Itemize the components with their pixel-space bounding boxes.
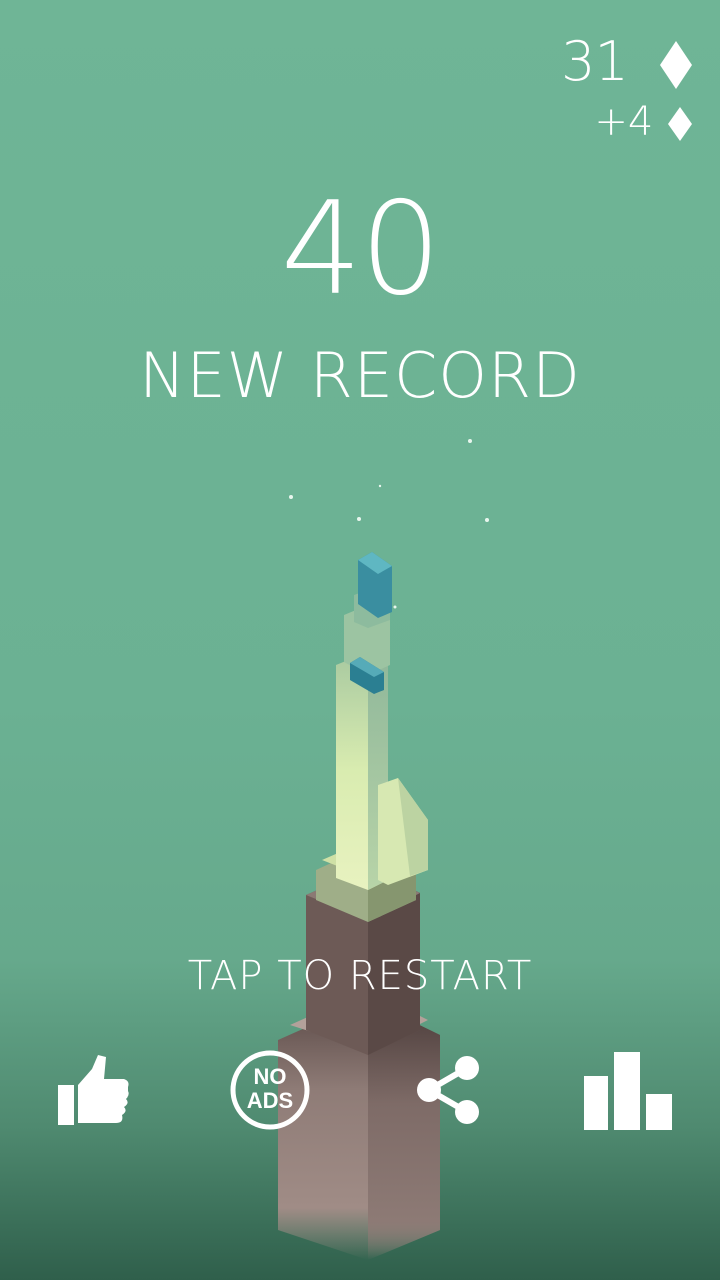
no-ads-line1: NO xyxy=(253,1064,287,1089)
score: 40 xyxy=(280,175,442,324)
diamond-icon xyxy=(660,41,692,90)
no-ads-line2: ADS xyxy=(246,1088,294,1113)
gem-gain: +4 xyxy=(561,98,692,146)
thumbs-up-icon xyxy=(58,1055,129,1125)
new-record-label: NEW RECORD xyxy=(139,339,581,412)
leaderboard-button[interactable] xyxy=(578,1040,678,1140)
diamond-icon xyxy=(668,107,692,141)
no-ads-button[interactable]: NO ADS xyxy=(220,1040,320,1140)
gem-gain-value: +4 xyxy=(594,99,654,145)
tap-to-restart[interactable]: TAP TO RESTART xyxy=(0,952,720,1000)
share-icon xyxy=(417,1056,479,1124)
gem-total: 31 xyxy=(561,30,692,94)
like-button[interactable] xyxy=(44,1040,144,1140)
leaderboard-icon xyxy=(584,1052,672,1130)
gem-total-value: 31 xyxy=(561,30,629,93)
gem-counter: 31 +4 xyxy=(561,30,692,146)
share-button[interactable] xyxy=(398,1040,498,1140)
